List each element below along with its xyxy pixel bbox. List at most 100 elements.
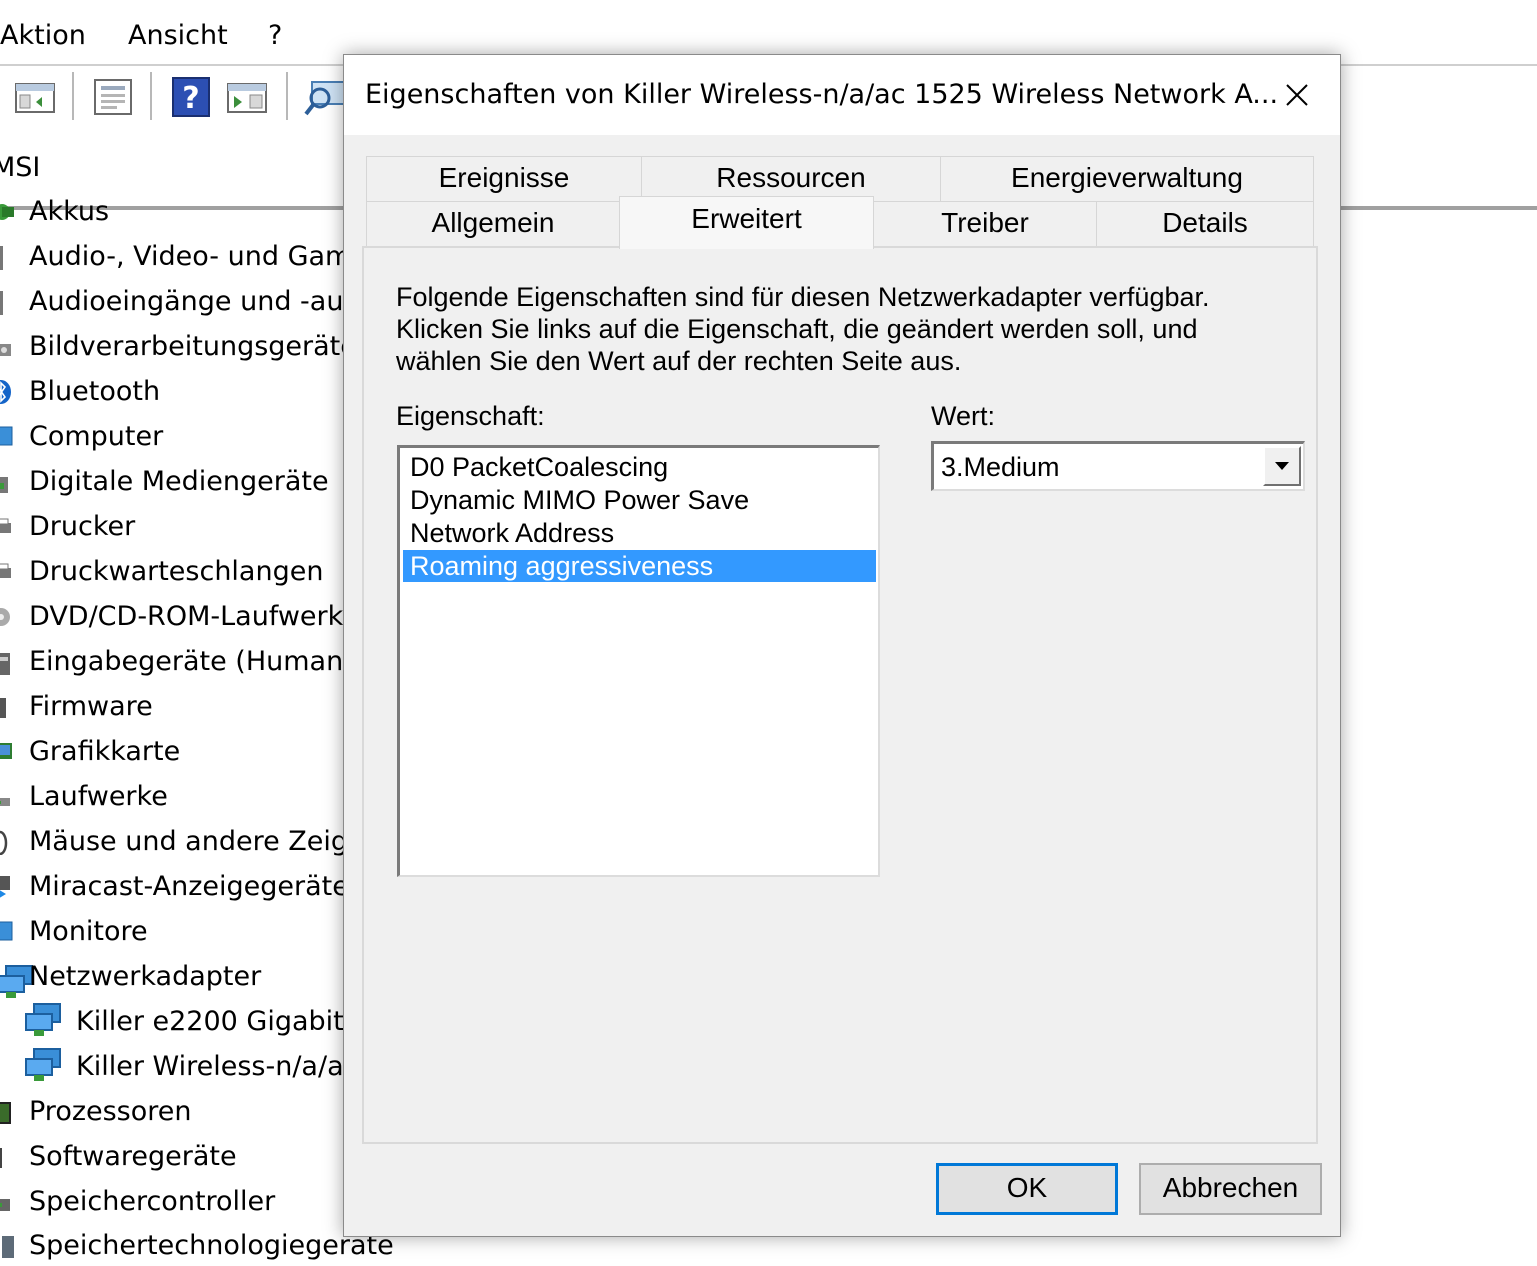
speaker-icon [0, 244, 14, 270]
dialog-title: Eigenschaften von Killer Wireless-n/a/ac… [365, 79, 1279, 110]
tab-energieverwaltung[interactable]: Energieverwaltung [940, 156, 1314, 202]
tree-item[interactable]: Computer [0, 415, 345, 459]
storage-controller-icon [0, 1189, 14, 1215]
monitor-icon [0, 919, 14, 945]
tree-item[interactable]: Audioeingänge und -ausgänge [0, 280, 345, 324]
tree-item-label: Killer e2200 Gigabit Ethernet Controller [76, 1006, 345, 1037]
close-button[interactable] [1270, 69, 1324, 121]
description-line: wählen Sie den Wert auf der rechten Seit… [396, 346, 962, 376]
tree-item[interactable]: Grafikkarte [0, 730, 345, 774]
cancel-button[interactable]: Abbrechen [1139, 1163, 1322, 1215]
battery-icon [0, 199, 14, 225]
value-dropdown[interactable]: 3.Medium [931, 441, 1305, 491]
tree-item-label: Bluetooth [29, 376, 161, 407]
tree-item[interactable]: Eingabegeräte (Human Interface Devices) [0, 640, 345, 684]
scan-hardware-icon[interactable] [304, 76, 346, 118]
tab-treiber[interactable]: Treiber [873, 201, 1097, 247]
mouse-icon [0, 829, 14, 856]
value-label: Wert: [931, 401, 996, 431]
tree-item[interactable]: Laufwerke [0, 775, 345, 819]
tree-item-label: Netzwerkadapter [29, 961, 262, 992]
dropdown-button[interactable] [1263, 446, 1301, 486]
menu-aktion[interactable]: Aktion [0, 18, 86, 54]
tree-item[interactable]: Drucker [0, 505, 345, 549]
tree-item-label: Miracast-Anzeigegeräte [29, 871, 345, 902]
tree-item[interactable]: Monitore [0, 910, 345, 954]
menu-ansicht[interactable]: Ansicht [128, 18, 228, 54]
graphics-card-icon [0, 739, 14, 765]
tree-child-item[interactable]: Killer Wireless-n/a/ac 1525 Wireless Net… [0, 1045, 345, 1089]
tree-item[interactable]: Speichercontroller [0, 1180, 345, 1224]
tab-erweitert[interactable]: Erweitert [619, 196, 874, 249]
tree-item[interactable]: DVD/CD-ROM-Laufwerke [0, 595, 345, 639]
tree-root-label: MSI [0, 152, 41, 183]
value-selected: 3.Medium [941, 452, 1060, 482]
tree-item[interactable]: Prozessoren [0, 1090, 345, 1134]
tree-item[interactable]: Miracast-Anzeigegeräte [0, 865, 345, 909]
tree-item[interactable]: Audio-, Video- und Gamecontroller [0, 235, 345, 279]
properties-dialog: Eigenschaften von Killer Wireless-n/a/ac… [343, 54, 1341, 1237]
tree-item[interactable]: Firmware [0, 685, 345, 729]
printer-icon [0, 514, 14, 540]
tree-item-label: Killer Wireless-n/a/ac 1525 Wireless Net… [76, 1051, 345, 1082]
tree-item[interactable]: Mäuse und andere Zeigegeräte [0, 820, 345, 864]
camera-icon [0, 334, 14, 360]
tab-allgemein[interactable]: Allgemein [366, 201, 620, 247]
tree-item-label: Drucker [29, 511, 136, 542]
tree-item-label: Speichercontroller [29, 1186, 276, 1217]
toolbar-separator [150, 72, 152, 120]
chip-icon [0, 694, 14, 720]
tree-item-label: Speichertechnologiegeräte [29, 1230, 394, 1261]
miracast-icon [0, 874, 14, 900]
tree-item[interactable]: Akkus [0, 190, 345, 234]
tree-item[interactable]: Digitale Mediengeräte [0, 460, 345, 504]
chevron-down-icon [1275, 462, 1289, 470]
monitor-icon [0, 424, 14, 450]
drive-icon [0, 784, 14, 810]
tree-item[interactable]: Netzwerkadapter [0, 955, 345, 999]
menu-help[interactable]: ? [268, 18, 282, 54]
processor-icon [0, 1099, 14, 1125]
property-label: Eigenschaft: [396, 401, 545, 431]
action-pane-icon[interactable] [226, 76, 268, 118]
tab-ereignisse[interactable]: Ereignisse [366, 156, 642, 202]
property-item-d0-packetcoalescing[interactable]: D0 PacketCoalescing [403, 451, 876, 483]
property-item-roaming-aggressiveness[interactable]: Roaming aggressiveness [403, 550, 876, 582]
property-item-network-address[interactable]: Network Address [403, 517, 876, 549]
toolbar-separator [286, 72, 288, 120]
tree-item[interactable]: Softwaregeräte [0, 1135, 345, 1179]
bluetooth-icon [0, 379, 14, 405]
storage-technology-icon [0, 1234, 18, 1260]
property-item-dynamic-mimo-power-save[interactable]: Dynamic MIMO Power Save [403, 484, 876, 516]
ok-button[interactable]: OK [936, 1163, 1118, 1215]
tree-root[interactable]: MSI [0, 146, 345, 190]
back-pane-icon[interactable] [14, 76, 56, 118]
media-device-icon [0, 469, 14, 495]
help-icon[interactable]: ? [170, 76, 212, 118]
tree-item-label: Audioeingänge und -ausgänge [29, 286, 345, 317]
tree-item[interactable]: Bildverarbeitungsgeräte [0, 325, 345, 369]
tab-details[interactable]: Details [1096, 201, 1314, 247]
tree-item[interactable]: Bluetooth [0, 370, 345, 414]
tree-item-label: Grafikkarte [29, 736, 181, 767]
close-icon [1286, 84, 1308, 106]
properties-icon[interactable] [92, 76, 134, 118]
tree-item-label: Audio-, Video- und Gamecontroller [29, 241, 345, 272]
tree-item-label: Computer [29, 421, 164, 452]
tree-item-label: Laufwerke [29, 781, 168, 812]
tree-child-item[interactable]: Killer e2200 Gigabit Ethernet Controller [0, 1000, 345, 1044]
dialog-titlebar[interactable]: Eigenschaften von Killer Wireless-n/a/ac… [344, 55, 1340, 135]
tree-item-label: DVD/CD-ROM-Laufwerke [29, 601, 345, 632]
device-tree: MSI Akkus Audio-, Video- und Gamecontroll… [0, 146, 345, 1262]
printer-icon [0, 559, 14, 585]
description-line: Folgende Eigenschaften sind für diesen N… [396, 282, 1210, 312]
speaker-icon [0, 289, 14, 315]
network-adapter-icon [24, 1047, 64, 1083]
tree-item-label: Prozessoren [29, 1096, 192, 1127]
tree-item-label: Bildverarbeitungsgeräte [29, 331, 345, 362]
description-line: Klicken Sie links auf die Eigenschaft, d… [396, 314, 1198, 344]
property-list[interactable]: D0 PacketCoalescing Dynamic MIMO Power S… [397, 445, 880, 877]
tree-item[interactable]: Druckwarteschlangen [0, 550, 345, 594]
network-adapter-icon [24, 1002, 64, 1038]
tree-item-label: Akkus [29, 196, 110, 227]
